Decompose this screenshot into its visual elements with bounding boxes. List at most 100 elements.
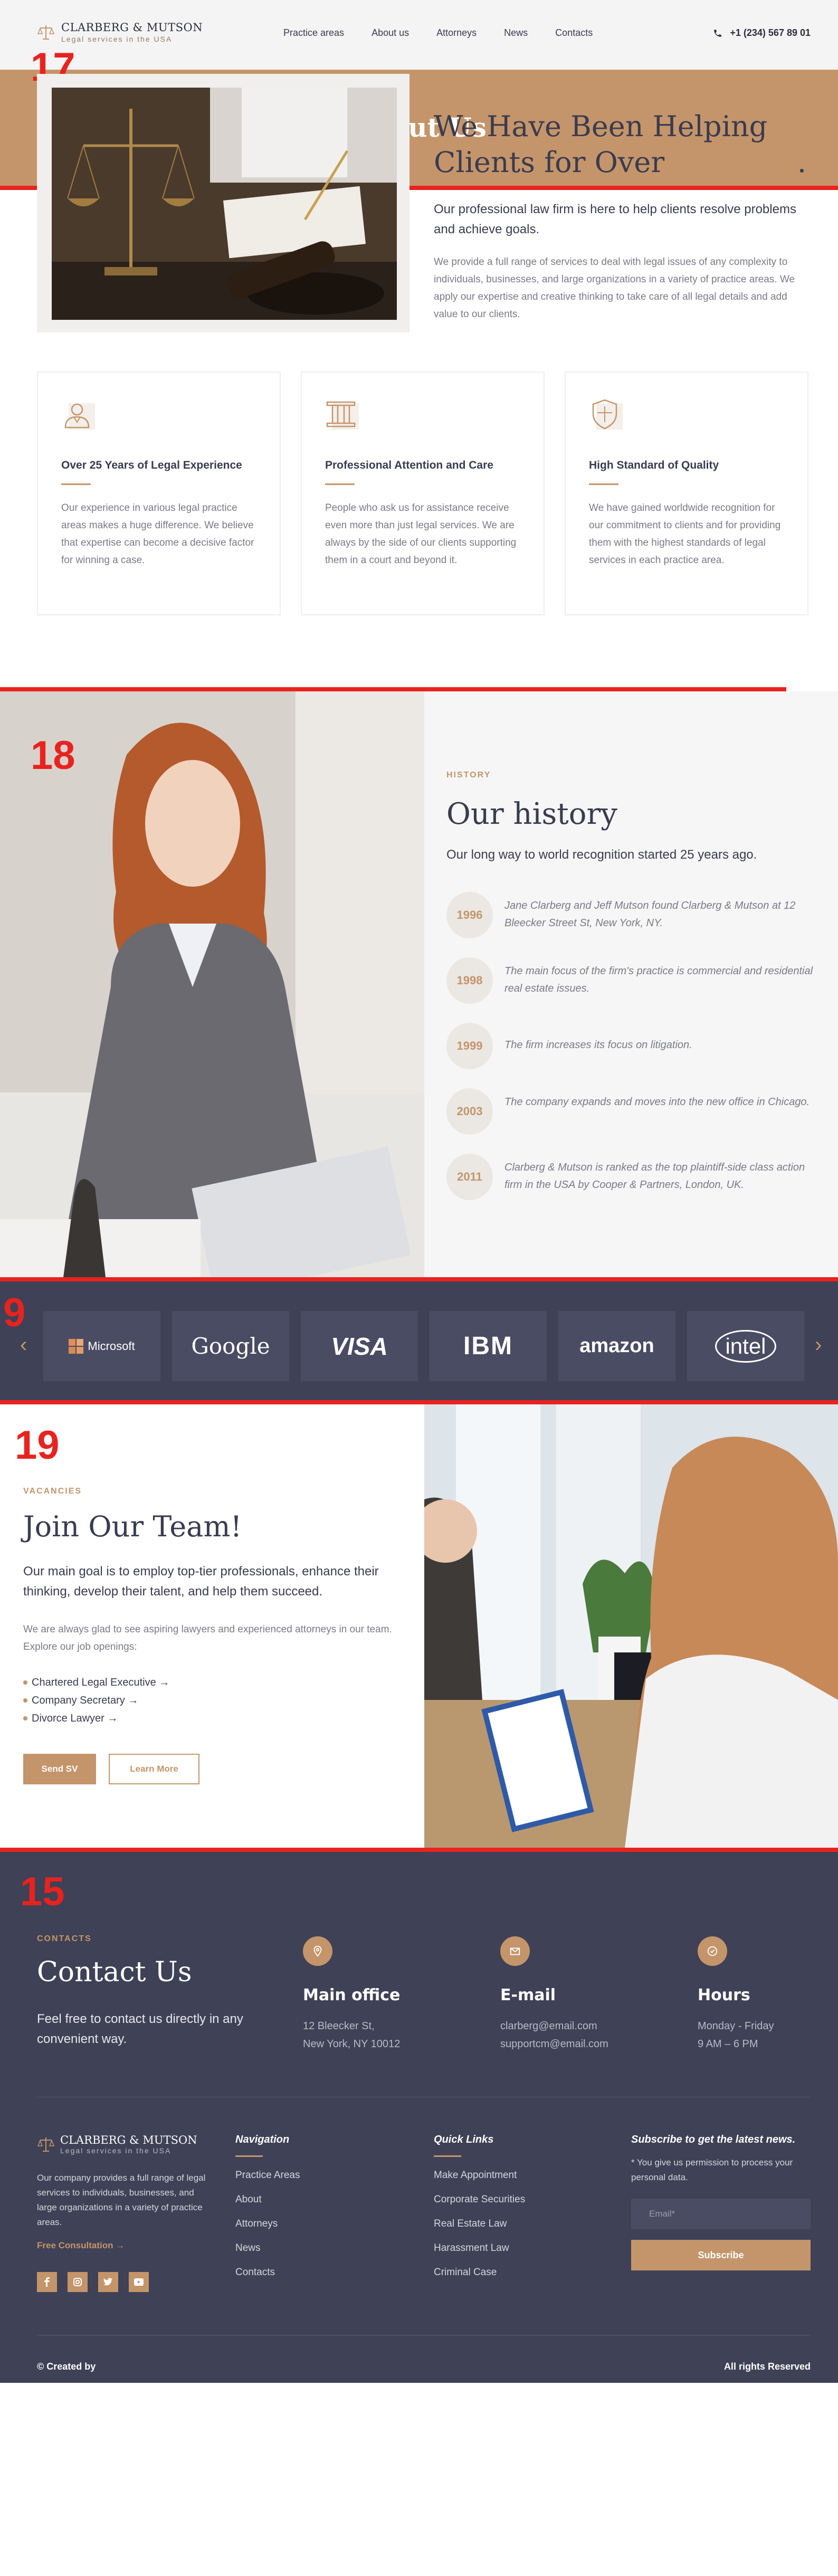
footer-link-attorneys[interactable]: Attorneys xyxy=(235,2218,300,2230)
vacancies-label: VACANCIES xyxy=(23,1487,82,1496)
logo-text: Google xyxy=(191,1333,270,1359)
vacancies-section: 19 VACANCIES Join Our Team! Our main goa… xyxy=(0,1404,838,1848)
section-divider xyxy=(0,1848,838,1852)
footer-logo[interactable]: CLARBERG & MUTSON Legal services in the … xyxy=(37,2134,197,2155)
footer-link-practice-areas[interactable]: Practice Areas xyxy=(235,2170,300,2181)
job-opening-link[interactable]: Company Secretary → xyxy=(23,1691,169,1709)
footer-logo-tagline: Legal services in the USA xyxy=(60,2146,172,2155)
send-cv-button[interactable]: Send SV xyxy=(23,1754,96,1784)
contacts-lead: Feel free to contact us directly in any … xyxy=(37,2012,243,2046)
lawyer-icon xyxy=(64,403,95,430)
job-opening-label: Company Secretary → xyxy=(32,1695,139,1706)
footer-link-criminal-case[interactable]: Criminal Case xyxy=(434,2267,525,2278)
section-marker-15: 15 xyxy=(20,1869,65,1914)
vacancies-lead: Our main goal is to employ top-tier prof… xyxy=(23,1564,379,1599)
footer-link-real-estate[interactable]: Real Estate Law xyxy=(434,2218,525,2230)
feature-underline xyxy=(325,483,355,485)
email-link[interactable]: clarberg@email.com xyxy=(500,2017,669,2035)
client-logo-intel: intel xyxy=(687,1311,804,1381)
timeline-text: Clarberg & Mutson is ranked as the top p… xyxy=(504,1162,805,1191)
contact-email: E-mail clarberg@email.com supportcm@emai… xyxy=(500,1936,669,2053)
email-addresses: clarberg@email.com supportcm@email.com xyxy=(500,2017,669,2053)
office-title: Main office xyxy=(303,1986,401,2004)
about-title-prefix: Clients for Over xyxy=(434,146,674,179)
free-consultation-link[interactable]: Free Consultation → xyxy=(37,2240,125,2251)
footer-link-harassment[interactable]: Harassment Law xyxy=(434,2242,525,2254)
location-pin-icon xyxy=(303,1936,332,1966)
twitter-icon[interactable] xyxy=(98,2272,118,2292)
feature-title: High Standard of Quality xyxy=(589,459,719,471)
subscribe-button[interactable]: Subscribe xyxy=(631,2240,811,2270)
footer-description: Our company provides a full range of leg… xyxy=(37,2173,206,2227)
copyright-text: © Created by xyxy=(37,2361,96,2372)
timeline-item: 1996 Jane Clarberg and Jeff Mutson found… xyxy=(446,892,816,939)
hours-text: Monday - Friday 9 AM – 6 PM xyxy=(698,2017,838,2053)
job-opening-label: Divorce Lawyer → xyxy=(32,1713,118,1724)
instagram-icon[interactable] xyxy=(68,2272,88,2292)
feature-underline xyxy=(589,483,618,485)
client-logo-visa: VISA xyxy=(301,1311,418,1381)
about-title-line1: We Have Been Helping xyxy=(434,110,768,143)
timeline-item: 1998 The main focus of the firm's practi… xyxy=(446,957,816,1005)
timeline-year: 1999 xyxy=(446,1023,493,1069)
client-logo-google: Google xyxy=(172,1311,289,1381)
feature-underline xyxy=(61,483,91,485)
timeline-item: 2011 Clarberg & Mutson is ranked as the … xyxy=(446,1154,816,1201)
scales-of-justice-image xyxy=(52,88,397,320)
footer-quick-title: Quick Links xyxy=(434,2134,494,2145)
vacancies-body: We are always glad to see aspiring lawye… xyxy=(23,1624,392,1652)
subscribe-note: * You give us permission to process your… xyxy=(631,2157,793,2182)
footer-link-corporate-securities[interactable]: Corporate Securities xyxy=(434,2194,525,2206)
footer-title-underline xyxy=(434,2155,461,2157)
footer-nav-title: Navigation xyxy=(235,2134,290,2145)
section-marker-19: 19 xyxy=(15,1423,60,1468)
job-opening-link[interactable]: Chartered Legal Executive → xyxy=(23,1674,169,1691)
feature-title: Over 25 Years of Legal Experience xyxy=(61,459,242,471)
footer-link-about[interactable]: About xyxy=(235,2194,300,2206)
history-section: 18 HISTORY Our history Our long way to w… xyxy=(0,691,838,1277)
youtube-icon[interactable] xyxy=(129,2272,149,2292)
microsoft-icon xyxy=(69,1338,84,1354)
learn-more-button[interactable]: Learn More xyxy=(109,1754,199,1784)
about-body: We provide a full range of services to d… xyxy=(434,256,795,320)
footer-link-appointment[interactable]: Make Appointment xyxy=(434,2170,525,2181)
subscribe-title: Subscribe to get the latest news. xyxy=(631,2134,796,2145)
shield-icon xyxy=(592,399,623,430)
subscribe-email-input[interactable]: Email* xyxy=(631,2199,811,2229)
about-content: 17 ABOUT CLARBERG & MUTSON We Have Been … xyxy=(0,0,838,691)
contact-hours: Hours Monday - Friday 9 AM – 6 PM xyxy=(698,1936,838,2053)
job-opening-link[interactable]: Divorce Lawyer → xyxy=(23,1709,169,1727)
footer-quick-links: Quick Links Make Appointment Corporate S… xyxy=(434,2134,525,2278)
hours-days: Monday - Friday xyxy=(698,2020,774,2032)
facebook-icon[interactable] xyxy=(37,2272,57,2292)
email-title: E-mail xyxy=(500,1986,556,2004)
logo-text: intel xyxy=(715,1329,776,1363)
feature-title: Professional Attention and Care xyxy=(325,459,493,471)
rights-text: All rights Reserved xyxy=(723,2361,811,2372)
team-photo xyxy=(424,1404,838,1848)
social-links xyxy=(37,2272,149,2292)
contacts-label: CONTACTS xyxy=(37,1934,92,1943)
envelope-icon xyxy=(500,1936,530,1966)
client-logo-ibm: IBM xyxy=(430,1311,547,1381)
footer-link-contacts[interactable]: Contacts xyxy=(235,2267,300,2278)
timeline-year: 1998 xyxy=(446,957,493,1004)
timeline-year: 1996 xyxy=(446,892,493,938)
history-photo xyxy=(0,691,424,1277)
carousel-prev-arrow[interactable]: ‹ xyxy=(20,1333,27,1357)
timeline-year: 2011 xyxy=(446,1154,493,1200)
hours-time: 9 AM – 6 PM xyxy=(698,2038,758,2050)
section-divider xyxy=(0,1400,838,1404)
job-interview-image xyxy=(424,1404,838,1848)
history-label: HISTORY xyxy=(446,771,491,780)
columns-icon xyxy=(326,401,359,430)
footer-subscribe: Subscribe to get the latest news. * You … xyxy=(631,2134,811,2270)
job-opening-label: Chartered Legal Executive → xyxy=(32,1677,170,1688)
footer-link-news[interactable]: News xyxy=(235,2242,300,2254)
carousel-next-arrow[interactable]: › xyxy=(815,1333,822,1357)
feature-card-attention: Professional Attention and Care People w… xyxy=(301,372,545,615)
email-link[interactable]: supportcm@email.com xyxy=(500,2035,669,2053)
timeline-text: The firm increases its focus on litigati… xyxy=(504,1039,692,1051)
footer-title-underline xyxy=(235,2155,263,2157)
contact-office: Main office 12 Bleecker St, New York, NY… xyxy=(303,1936,472,2053)
